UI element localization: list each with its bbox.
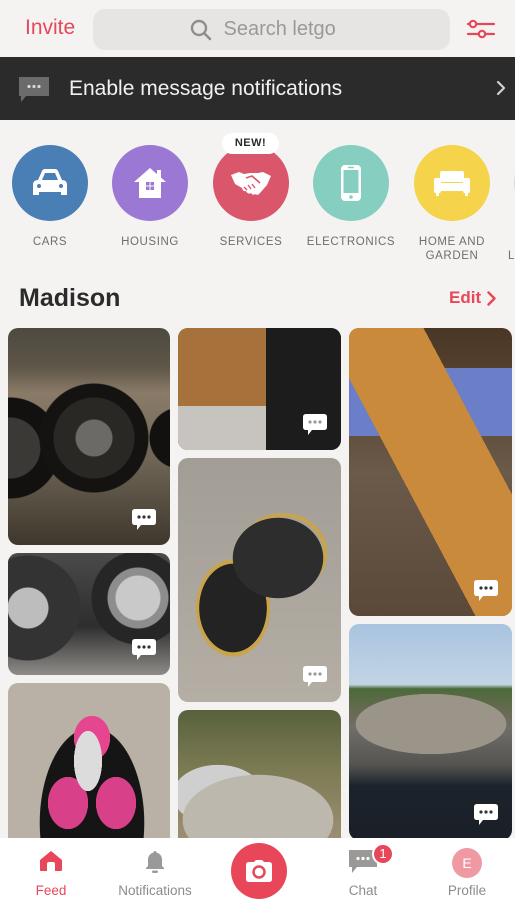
tab-chat[interactable]: Chat bbox=[313, 838, 413, 900]
banner-text: Enable message notifications bbox=[69, 77, 343, 100]
chat-bubble-icon bbox=[303, 414, 327, 435]
category-services[interactable]: SERVICES bbox=[201, 145, 301, 249]
search-input[interactable] bbox=[223, 18, 354, 41]
listing-card-chrome-rims[interactable] bbox=[8, 328, 170, 545]
category-circle bbox=[12, 145, 88, 221]
chat-bubble-icon bbox=[474, 580, 498, 601]
category-home-and-garden[interactable]: HOME AND GARDEN bbox=[402, 145, 502, 263]
tab-profile[interactable]: E Profile bbox=[417, 838, 515, 900]
category-label: L bbox=[508, 250, 515, 262]
sell-camera-button[interactable] bbox=[231, 843, 287, 899]
tab-label: Chat bbox=[348, 883, 378, 898]
category-cars[interactable]: CARS bbox=[0, 145, 100, 249]
top-bar: Invite bbox=[0, 0, 515, 57]
listing-photo bbox=[8, 683, 170, 853]
listing-card-wooden-tv-stand[interactable] bbox=[178, 328, 341, 450]
invite-button[interactable]: Invite bbox=[25, 16, 75, 40]
handshake-icon bbox=[231, 172, 271, 195]
category-label: HOUSING bbox=[121, 236, 179, 248]
category-carousel[interactable]: NEW! CARS HOUSING SERVICES ELECTRONICS H… bbox=[0, 120, 515, 275]
listing-card-hockey-helmet[interactable] bbox=[178, 458, 341, 702]
listing-card-pink-bike-helmet[interactable] bbox=[8, 683, 170, 853]
chevron-right-icon bbox=[496, 80, 506, 96]
category-label: SERVICES bbox=[219, 236, 283, 248]
tab-label: Profile bbox=[447, 883, 487, 898]
listing-card-license-plates[interactable] bbox=[349, 328, 512, 616]
car-icon bbox=[33, 169, 67, 195]
category-label: HOME AND GARDEN bbox=[418, 236, 486, 262]
category-circle bbox=[213, 145, 289, 221]
category-circle bbox=[112, 145, 188, 221]
category-partial[interactable]: L bbox=[502, 145, 515, 263]
tab-notifications[interactable]: Notifications bbox=[105, 838, 205, 900]
category-electronics[interactable]: ELECTRONICS bbox=[301, 145, 401, 249]
search-bar[interactable] bbox=[93, 9, 450, 50]
tab-label: Feed bbox=[35, 883, 67, 898]
new-badge: NEW! bbox=[222, 133, 279, 154]
camera-icon bbox=[246, 860, 272, 882]
chat-bubble-icon bbox=[132, 639, 156, 660]
message-bubble-icon bbox=[19, 77, 49, 102]
sofa-icon bbox=[434, 171, 470, 196]
category-circle bbox=[414, 145, 490, 221]
search-icon bbox=[190, 19, 211, 40]
category-housing[interactable]: HOUSING bbox=[100, 145, 200, 249]
chat-unread-badge: 1 bbox=[372, 843, 394, 865]
edit-label: Edit bbox=[449, 288, 482, 307]
house-icon bbox=[134, 168, 166, 198]
chat-bubble-icon bbox=[303, 666, 327, 687]
listing-photo bbox=[178, 710, 341, 853]
category-label: CARS bbox=[32, 236, 68, 248]
chat-bubble-icon bbox=[474, 804, 498, 825]
category-circle bbox=[313, 145, 389, 221]
location-title: Madison bbox=[19, 284, 121, 312]
tab-label: Notifications bbox=[118, 883, 192, 898]
enable-notifications-banner[interactable]: Enable message notifications bbox=[0, 57, 515, 120]
category-label: ELECTRONICS bbox=[306, 236, 396, 248]
chevron-right-icon bbox=[487, 290, 496, 306]
tab-feed[interactable]: Feed bbox=[1, 838, 101, 900]
home-icon bbox=[40, 851, 62, 871]
listing-photo bbox=[349, 328, 512, 616]
listing-card-silver-sedan[interactable] bbox=[178, 710, 341, 853]
avatar: E bbox=[452, 848, 482, 878]
listing-card-hubcap-tires[interactable] bbox=[8, 553, 170, 675]
chat-bubble-icon bbox=[132, 509, 156, 530]
listing-card-gray-ford-focus[interactable] bbox=[349, 624, 512, 840]
sliders-icon[interactable] bbox=[466, 17, 496, 41]
edit-location-button[interactable]: Edit bbox=[449, 288, 496, 308]
phone-icon bbox=[341, 165, 361, 201]
bell-icon bbox=[146, 851, 164, 873]
